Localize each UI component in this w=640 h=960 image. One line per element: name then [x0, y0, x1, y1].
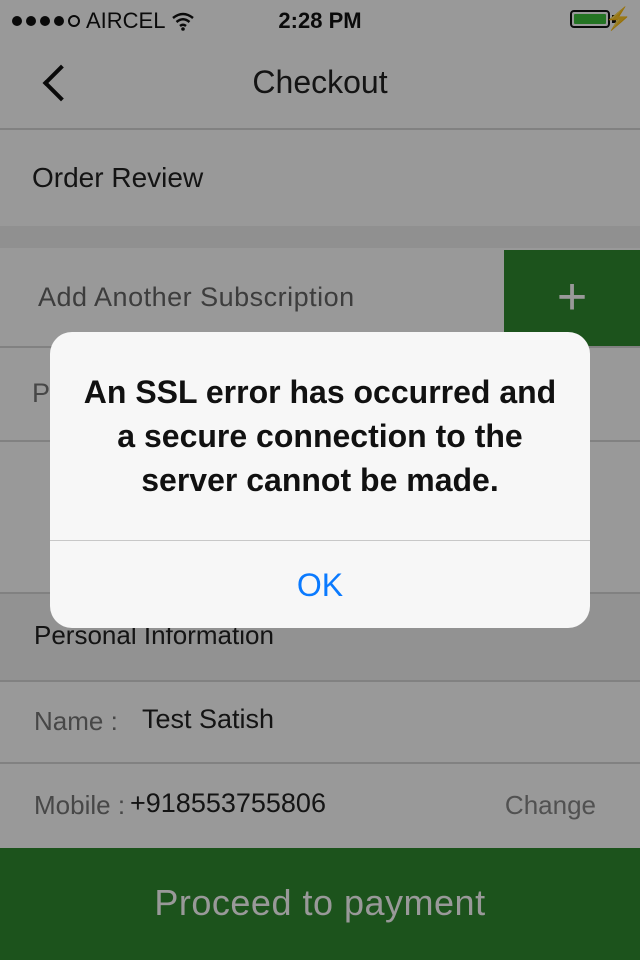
- ssl-error-alert: An SSL error has occurred and a secure c…: [50, 332, 590, 628]
- alert-ok-button[interactable]: OK: [50, 541, 590, 628]
- alert-message: An SSL error has occurred and a secure c…: [83, 374, 557, 498]
